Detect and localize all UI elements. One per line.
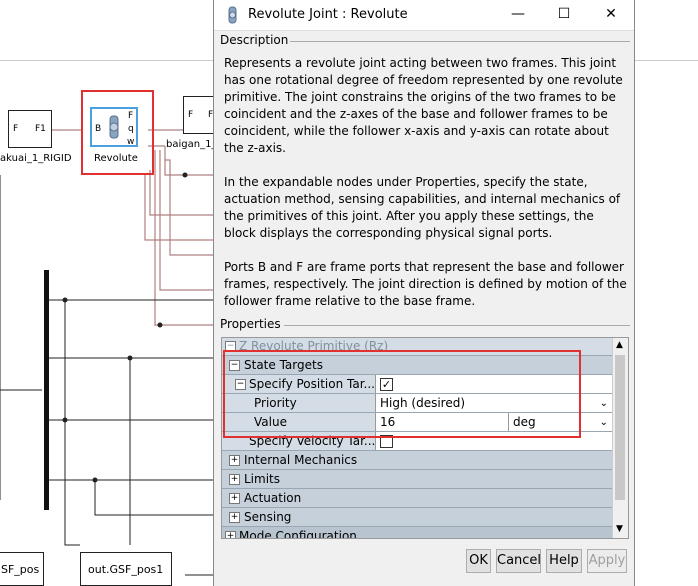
properties-scrollbar[interactable]: ▲ ▼ — [612, 338, 628, 538]
bus-bar — [44, 270, 49, 510]
description-paragraph: Ports B and F are frame ports that repre… — [224, 260, 627, 308]
state-targets-highlight-box — [223, 350, 581, 438]
title-bar[interactable]: Revolute Joint : Revolute — ☐ ✕ — [214, 0, 634, 31]
sf-pos-label: SF_pos — [1, 563, 40, 576]
maximize-icon[interactable]: ☐ — [552, 4, 576, 24]
port-f: F — [188, 110, 194, 120]
sensing-label: Sensing — [244, 510, 292, 524]
expand-icon[interactable]: + — [229, 474, 240, 485]
scroll-down-icon[interactable]: ▼ — [616, 524, 623, 534]
chevron-down-icon[interactable]: ⌄ — [600, 413, 608, 432]
tree-row-internal-mechanics[interactable]: + Internal Mechanics — [222, 451, 614, 470]
actuation-label: Actuation — [244, 491, 302, 505]
tree-row-limits[interactable]: + Limits — [222, 470, 614, 489]
help-button[interactable]: Help — [546, 549, 582, 573]
expand-icon[interactable]: + — [229, 455, 240, 466]
chevron-down-icon[interactable]: ⌄ — [600, 394, 608, 413]
expand-icon[interactable]: + — [225, 531, 236, 538]
minimize-icon[interactable]: — — [506, 4, 530, 24]
scroll-up-icon[interactable]: ▲ — [616, 340, 623, 350]
apply-button[interactable]: Apply — [587, 549, 627, 573]
expand-icon[interactable]: + — [229, 493, 240, 504]
cancel-button[interactable]: Cancel — [496, 549, 541, 573]
description-divider — [290, 41, 630, 42]
limits-label: Limits — [244, 472, 280, 486]
description-paragraph: In the expandable nodes under Properties… — [224, 175, 621, 240]
block-parameters-dialog[interactable]: Revolute Joint : Revolute — ☐ ✕ Descript… — [213, 0, 635, 586]
port-f: F — [13, 124, 19, 134]
tree-row-mode-configuration[interactable]: + Mode Configuration — [222, 527, 614, 539]
expand-icon[interactable]: + — [229, 512, 240, 523]
tree-row-sensing[interactable]: + Sensing — [222, 508, 614, 527]
description-paragraph: Represents a revolute joint acting betwe… — [224, 56, 623, 155]
close-icon[interactable]: ✕ — [599, 4, 623, 24]
properties-heading: Properties — [220, 317, 281, 331]
baigan-block[interactable]: F F — [183, 96, 217, 134]
tree-row-actuation[interactable]: + Actuation — [222, 489, 614, 508]
description-text: Represents a revolute joint acting betwe… — [224, 55, 628, 327]
description-heading: Description — [220, 33, 289, 47]
window-title: Revolute Joint : Revolute — [248, 7, 408, 22]
revolute-highlight-box — [81, 90, 154, 175]
scrollbar-thumb[interactable] — [615, 355, 625, 500]
mode-configuration-label: Mode Configuration — [239, 529, 357, 539]
hakuai-rigid-label: akuai_1_RIGID — [0, 153, 72, 164]
internal-mechanics-label: Internal Mechanics — [244, 453, 358, 467]
out-gsf-pos1-label: out.GSF_pos1 — [88, 563, 164, 576]
block-icon — [228, 6, 237, 24]
port-f1: F1 — [35, 124, 46, 134]
ok-button[interactable]: OK — [466, 549, 491, 573]
properties-divider — [284, 325, 630, 326]
hakuai-rigid-block[interactable]: F F1 — [8, 110, 52, 148]
